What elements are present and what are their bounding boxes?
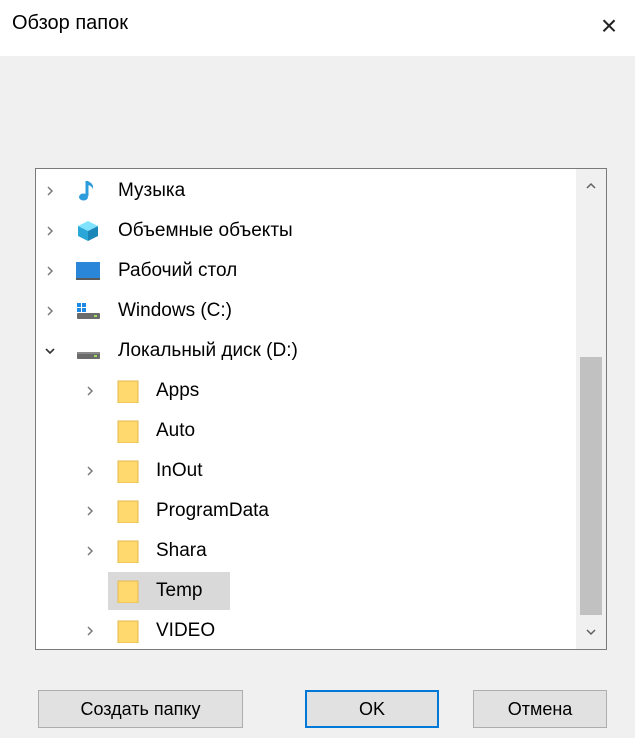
scroll-down-button[interactable]	[576, 615, 606, 649]
dialog-title: Обзор папок	[12, 12, 128, 34]
chevron-right-icon[interactable]	[82, 543, 98, 559]
new-folder-button[interactable]: Создать папку	[38, 690, 243, 728]
drive-icon	[74, 339, 102, 363]
tree-item[interactable]: Windows (C:)	[36, 292, 577, 330]
tree-item-label: Windows (C:)	[118, 300, 233, 321]
system-drive-icon	[74, 299, 102, 323]
tree-item-label: Temp	[156, 580, 203, 601]
tree-item-label: Рабочий стол	[118, 260, 238, 281]
chevron-right-icon[interactable]	[42, 263, 58, 279]
cancel-button[interactable]: Отмена	[473, 690, 607, 728]
folder-icon	[114, 579, 142, 604]
folder-icon	[114, 379, 142, 404]
tree-item[interactable]: ProgramData	[36, 492, 577, 530]
chevron-right-icon[interactable]	[82, 383, 98, 399]
scroll-up-button[interactable]	[576, 169, 606, 203]
tree-item[interactable]: Temp	[36, 572, 577, 610]
chevron-down-icon	[586, 629, 596, 636]
tree-item-label: ProgramData	[156, 500, 269, 521]
chevron-right-icon[interactable]	[82, 463, 98, 479]
chevron-down-icon[interactable]	[42, 343, 58, 359]
tree-item-label: VIDEO	[156, 620, 216, 641]
chevron-right-icon[interactable]	[42, 303, 58, 319]
folder-icon	[114, 459, 142, 484]
tree-item[interactable]: Рабочий стол	[36, 252, 577, 290]
folder-icon	[114, 619, 142, 644]
tree-item[interactable]: Музыка	[36, 172, 577, 210]
chevron-right-icon[interactable]	[82, 503, 98, 519]
chevron-up-icon	[586, 182, 596, 189]
tree-item-label: Shara	[156, 540, 207, 561]
tree-item-label: Auto	[156, 420, 196, 441]
tree-item-label: InOut	[156, 460, 203, 481]
tree-rows: Музыка Объемные объекты Рабочий стол Window…	[36, 169, 577, 649]
chevron-right-icon[interactable]	[42, 223, 58, 239]
tree-item[interactable]: Shara	[36, 532, 577, 570]
desktop-icon	[74, 259, 102, 283]
close-button[interactable]: ×	[583, 0, 635, 52]
folder-icon	[114, 539, 142, 564]
music-icon	[74, 179, 102, 203]
3d-objects-icon	[74, 219, 102, 243]
tree-item[interactable]: Локальный диск (D:)	[36, 332, 577, 370]
chevron-right-icon[interactable]	[82, 623, 98, 639]
close-icon: ×	[600, 10, 618, 41]
folder-tree[interactable]: Музыка Объемные объекты Рабочий стол Window…	[35, 168, 607, 650]
tree-item-label: Локальный диск (D:)	[118, 340, 298, 361]
tree-item[interactable]: Apps	[36, 372, 577, 410]
vertical-scrollbar[interactable]	[576, 169, 606, 649]
tree-item-label: Музыка	[118, 180, 186, 201]
tree-item[interactable]: Объемные объекты	[36, 212, 577, 250]
folder-icon	[114, 499, 142, 524]
tree-item[interactable]: VIDEO	[36, 612, 577, 650]
title-bar: Обзор папок ×	[0, 0, 635, 56]
tree-item[interactable]: InOut	[36, 452, 577, 490]
scrollbar-thumb[interactable]	[580, 357, 602, 615]
folder-icon	[114, 419, 142, 444]
ok-button[interactable]: OK	[305, 690, 439, 728]
tree-item-label: Объемные объекты	[118, 220, 293, 241]
tree-item[interactable]: Auto	[36, 412, 577, 450]
tree-item-label: Apps	[156, 380, 200, 401]
chevron-right-icon[interactable]	[42, 183, 58, 199]
